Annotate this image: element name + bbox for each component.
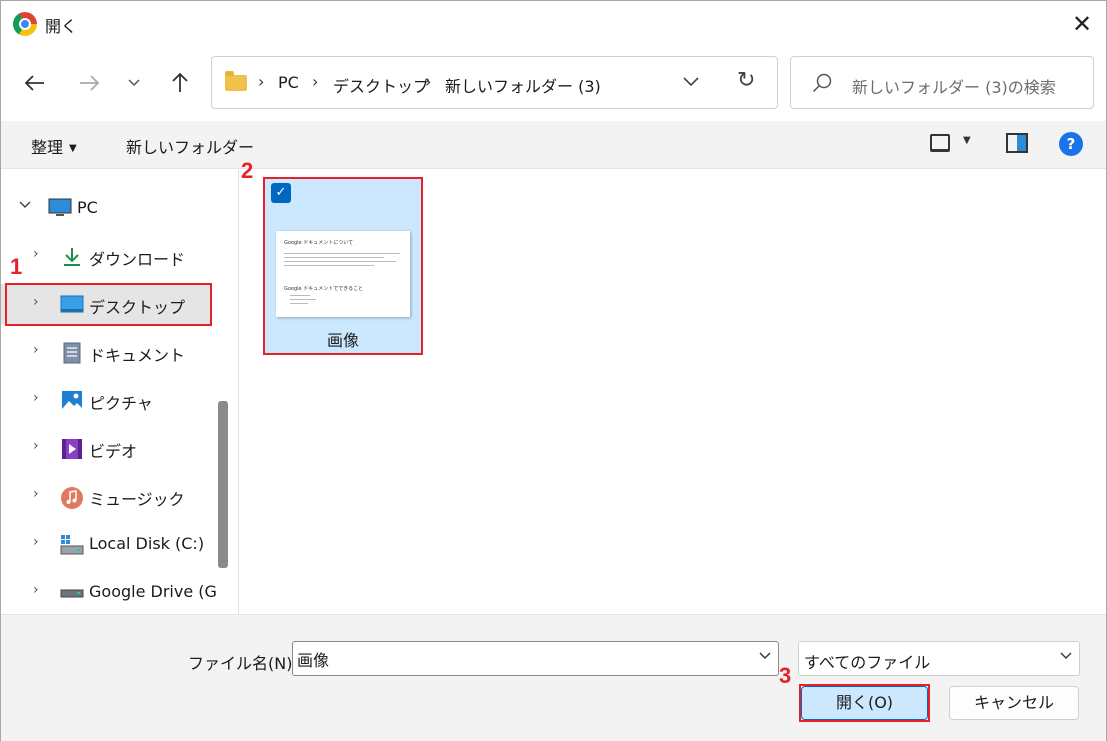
sidebar-item-label: ミュージック (89, 490, 185, 509)
video-icon (61, 438, 83, 459)
sidebar-item-label: ダウンロード (89, 250, 186, 269)
highlight-box-file (263, 177, 423, 355)
pictures-icon (61, 390, 83, 411)
sidebar-item-google-drive[interactable]: › Google Drive (G (1, 572, 217, 612)
search-box[interactable]: 新しいフォルダー (3)の検索 (790, 56, 1094, 109)
help-icon[interactable]: ? (1059, 132, 1083, 156)
step-number-3: 3 (779, 663, 792, 688)
breadcrumb-item-new-folder[interactable]: 新しいフォルダー (3) (445, 73, 601, 97)
music-icon (60, 486, 83, 509)
chevron-right-icon[interactable]: › (33, 582, 39, 598)
address-bar[interactable]: › PC › デスクトップ › 新しいフォルダー (3) ↻ (211, 56, 778, 109)
up-button[interactable] (162, 65, 198, 101)
breadcrumb-separator: › (425, 72, 432, 91)
step-number-2: 2 (241, 158, 254, 183)
breadcrumb-item-desktop[interactable]: デスクトップ (333, 73, 429, 97)
back-button[interactable] (17, 65, 53, 101)
breadcrumb-separator: › (258, 72, 265, 91)
chevron-down-icon (759, 652, 771, 659)
download-icon (61, 246, 83, 266)
navigation-pane: PC › ダウンロード › デスクトップ › ドキュメント › ピクチャ › ビ… (1, 170, 231, 614)
pc-icon (48, 198, 72, 218)
open-file-dialog: 開く ✕ › PC › デスクトップ › 新しいフォルダー (3) ↻ 新しいフ… (0, 0, 1107, 741)
sidebar-item-documents[interactable]: › ドキュメント (1, 332, 211, 372)
chevron-right-icon[interactable]: › (33, 438, 39, 454)
chevron-down-icon (683, 77, 699, 87)
step-number-1: 1 (10, 254, 23, 279)
organize-label: 整理 (31, 138, 64, 157)
filename-label: ファイル名(N): (188, 654, 298, 673)
organize-menu-button[interactable]: 整理 ▼ (31, 134, 77, 158)
close-button[interactable]: ✕ (1065, 7, 1099, 41)
preview-pane-icon[interactable] (1006, 133, 1028, 153)
view-mode-icon[interactable] (930, 134, 950, 152)
chevron-right-icon[interactable]: › (33, 246, 39, 262)
recent-locations-button[interactable] (116, 65, 152, 101)
chevron-down-icon (128, 79, 140, 87)
chrome-logo-icon (13, 12, 37, 36)
sidebar-item-label: PC (77, 198, 98, 217)
caret-down-icon: ▼ (69, 143, 77, 154)
chevron-right-icon[interactable]: › (33, 342, 39, 358)
sidebar-item-label: ドキュメント (89, 346, 186, 365)
refresh-button[interactable]: ↻ (737, 68, 755, 93)
address-dropdown-button[interactable] (682, 72, 700, 93)
chevron-down-icon (1060, 652, 1072, 659)
command-toolbar: 整理 ▼ 新しいフォルダー ▼ ? (1, 121, 1106, 169)
filetype-dropdown-button[interactable] (1059, 649, 1073, 665)
filename-dropdown-button[interactable] (758, 649, 772, 665)
chevron-right-icon[interactable]: › (33, 390, 39, 406)
sidebar-item-local-disk[interactable]: › Local Disk (C:) (1, 524, 211, 564)
dialog-footer: ファイル名(N): すべてのファイル 開く(O) キャンセル (1, 614, 1106, 741)
sidebar-item-label: ピクチャ (89, 394, 153, 413)
chevron-right-icon[interactable]: › (33, 534, 39, 550)
local-disk-icon (60, 534, 84, 555)
arrow-left-icon (24, 75, 44, 91)
sidebar-item-label: Local Disk (C:) (89, 534, 205, 553)
chevron-down-icon[interactable] (18, 198, 32, 214)
highlight-box-open-button (799, 684, 930, 722)
search-icon (812, 73, 832, 93)
navigation-bar: › PC › デスクトップ › 新しいフォルダー (3) ↻ 新しいフォルダー … (1, 45, 1106, 121)
folder-icon (225, 71, 247, 91)
sidebar-item-music[interactable]: › ミュージック (1, 476, 211, 516)
document-icon (62, 342, 84, 364)
search-input[interactable]: 新しいフォルダー (3)の検索 (852, 74, 1056, 98)
breadcrumb-item-pc[interactable]: PC (278, 73, 299, 92)
sidebar-scrollbar[interactable] (218, 401, 228, 568)
sidebar-item-videos[interactable]: › ビデオ (1, 428, 211, 468)
title-bar: 開く ✕ (1, 1, 1106, 45)
arrow-right-icon (80, 75, 100, 91)
window-title: 開く (45, 17, 78, 36)
forward-button[interactable] (71, 65, 107, 101)
breadcrumb-separator: › (312, 72, 319, 91)
cancel-button[interactable]: キャンセル (949, 686, 1079, 720)
chevron-right-icon[interactable]: › (33, 486, 39, 502)
sidebar-item-label: Google Drive (G (89, 582, 217, 601)
sidebar-item-label: ビデオ (89, 442, 138, 461)
sidebar-item-pc[interactable]: PC (1, 188, 211, 228)
sidebar-item-pictures[interactable]: › ピクチャ (1, 380, 211, 420)
google-drive-icon (60, 582, 84, 602)
highlight-box-desktop (5, 283, 212, 326)
new-folder-button[interactable]: 新しいフォルダー (126, 134, 254, 158)
arrow-up-icon (172, 72, 188, 92)
filename-input[interactable] (292, 641, 779, 676)
sidebar-item-downloads[interactable]: › ダウンロード (1, 236, 211, 276)
view-mode-dropdown[interactable]: ▼ (963, 135, 971, 146)
filetype-select[interactable]: すべてのファイル (798, 641, 1080, 676)
